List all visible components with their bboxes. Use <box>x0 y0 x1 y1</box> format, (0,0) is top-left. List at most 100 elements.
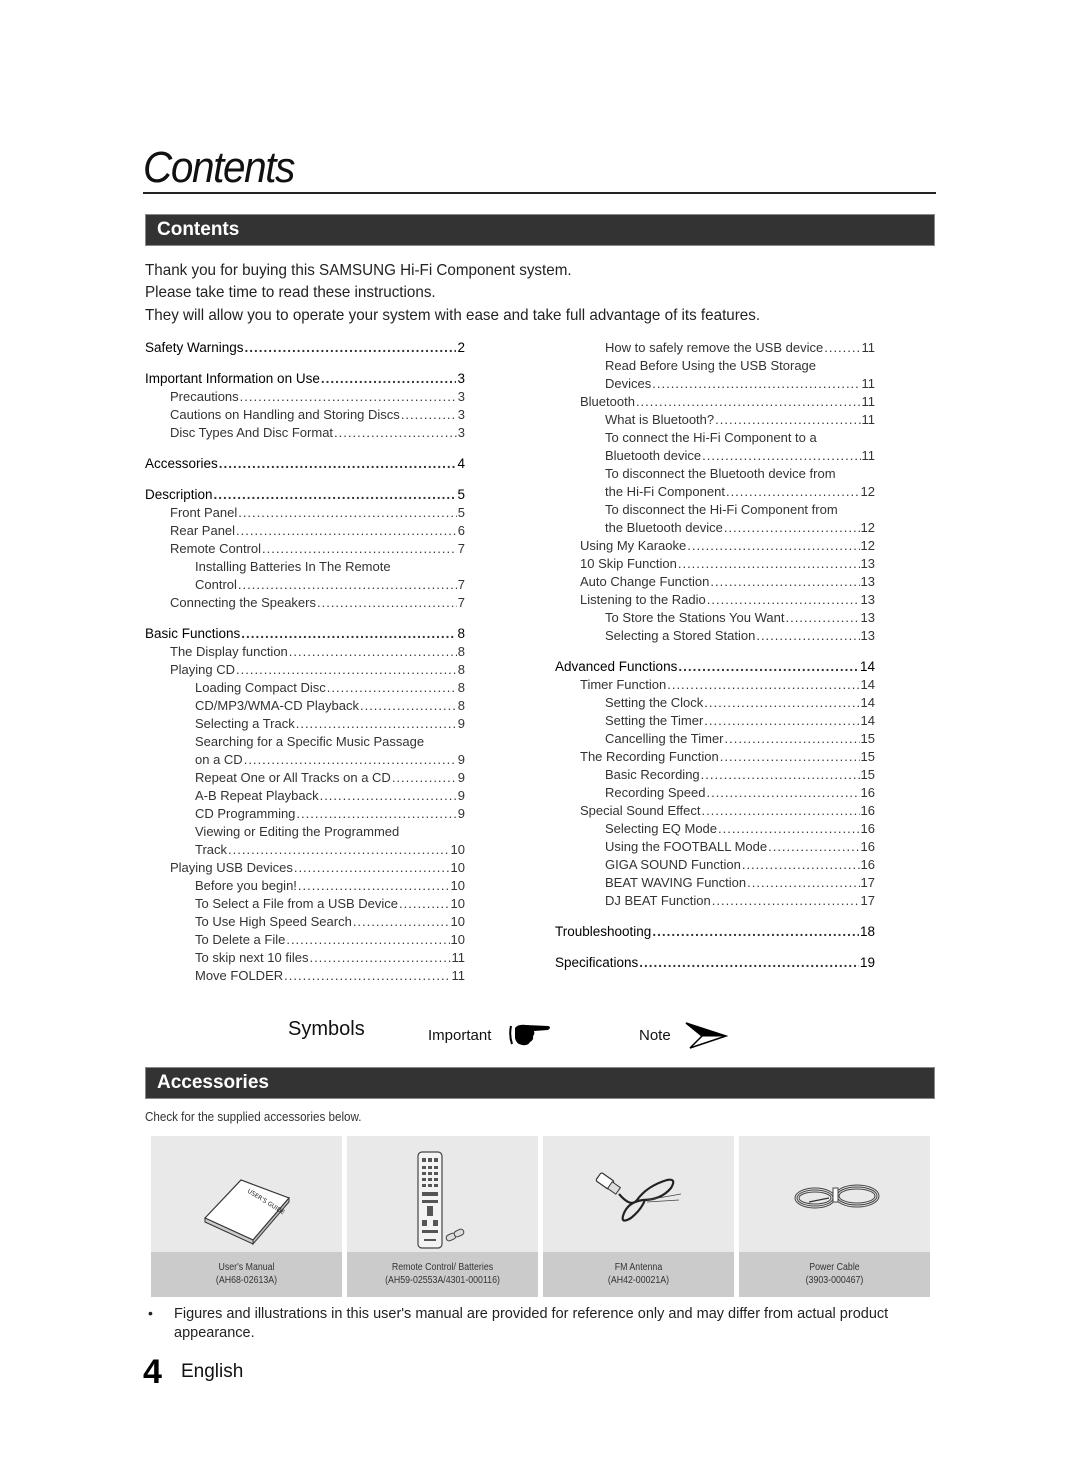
toc-entry[interactable]: Front Panel 5 <box>170 504 465 522</box>
toc-entry[interactable]: Track 10 <box>195 841 465 859</box>
toc-entry[interactable]: Setting the Clock 14 <box>605 694 875 712</box>
toc-entry[interactable]: To Store the Stations You Want 13 <box>605 609 875 627</box>
toc-entry[interactable]: GIGA SOUND Function 16 <box>605 856 875 874</box>
toc-entry-label: Bluetooth <box>580 394 635 409</box>
toc-entry-page: 13 <box>860 610 875 625</box>
toc-entry[interactable]: Loading Compact Disc 8 <box>195 679 465 697</box>
toc-entry[interactable]: Accessories 4 <box>145 455 465 473</box>
toc-entry[interactable]: Disc Types And Disc Format 3 <box>170 424 465 442</box>
toc-entry[interactable]: Connecting the Speakers 7 <box>170 594 465 612</box>
toc-entry[interactable]: CD Programming 9 <box>195 805 465 823</box>
toc-entry[interactable]: Selecting EQ Mode 16 <box>605 820 875 838</box>
toc-entry-page: 8 <box>457 680 465 695</box>
toc-entry-label: Before you begin! <box>195 878 297 893</box>
toc-entry[interactable]: To connect the Hi-Fi Component to a <box>605 429 875 447</box>
toc-entry[interactable]: the Hi-Fi Component 12 <box>605 483 875 501</box>
toc-entry[interactable]: Bluetooth 11 <box>580 393 875 411</box>
toc-entry[interactable]: Using the FOOTBALL Mode 16 <box>605 838 875 856</box>
toc-entry-label: Disc Types And Disc Format <box>170 425 334 440</box>
toc-entry[interactable]: 10 Skip Function 13 <box>580 555 875 573</box>
toc-leader-dots <box>286 931 449 949</box>
toc-entry-page: 11 <box>861 412 876 427</box>
toc-entry-label: Selecting a Track <box>195 716 295 731</box>
toc-entry[interactable]: Playing USB Devices 10 <box>170 859 465 877</box>
page-number: 4 <box>143 1353 162 1391</box>
toc-entry[interactable]: Auto Change Function 13 <box>580 573 875 591</box>
toc-entry[interactable]: The Recording Function 15 <box>580 748 875 766</box>
accessory-part-number: (3903-000467) <box>805 1275 864 1286</box>
toc-entry[interactable]: Selecting a Stored Station 13 <box>605 627 875 645</box>
accessory-caption: Power Cable (3903-000467) <box>739 1252 930 1297</box>
toc-leader-dots <box>652 375 860 393</box>
toc-leader-dots <box>327 679 457 697</box>
toc-entry[interactable]: Precautions 3 <box>170 388 465 406</box>
toc-entry[interactable]: How to safely remove the USB device 11 <box>605 339 875 357</box>
toc-entry-page: 4 <box>457 456 465 471</box>
toc-entry[interactable]: Description 5 <box>145 486 465 504</box>
toc-entry[interactable]: Read Before Using the USB Storage <box>605 357 875 375</box>
toc-entry[interactable]: Move FOLDER 11 <box>195 967 465 985</box>
toc-entry-label: Searching for a Specific Music Passage <box>195 734 425 749</box>
toc-entry-page: 11 <box>861 376 876 391</box>
toc-entry[interactable]: Basic Recording 15 <box>605 766 875 784</box>
toc-entry[interactable]: To Use High Speed Search 10 <box>195 913 465 931</box>
toc-entry[interactable]: Setting the Timer 14 <box>605 712 875 730</box>
toc-entry[interactable]: To disconnect the Bluetooth device from <box>605 465 875 483</box>
toc-entry[interactable]: To skip next 10 files 11 <box>195 949 465 967</box>
toc-entry[interactable]: To disconnect the Hi-Fi Component from <box>605 501 875 519</box>
toc-entry[interactable]: the Bluetooth device 12 <box>605 519 875 537</box>
toc-entry[interactable]: Devices 11 <box>605 375 875 393</box>
toc-entry[interactable]: Repeat One or All Tracks on a CD 9 <box>195 769 465 787</box>
toc-entry[interactable]: DJ BEAT Function 17 <box>605 892 875 910</box>
toc-leader-dots <box>240 388 457 406</box>
toc-entry[interactable]: Bluetooth device 11 <box>605 447 875 465</box>
toc-entry[interactable]: Rear Panel 6 <box>170 522 465 540</box>
toc-entry[interactable]: Special Sound Effect 16 <box>580 802 875 820</box>
toc-entry-page: 3 <box>457 389 465 404</box>
toc-entry[interactable]: Troubleshooting 18 <box>555 923 875 941</box>
toc-entry[interactable]: Remote Control 7 <box>170 540 465 558</box>
toc-entry[interactable]: Before you begin! 10 <box>195 877 465 895</box>
toc-entry[interactable]: BEAT WAVING Function 17 <box>605 874 875 892</box>
toc-entry[interactable]: Specifications 19 <box>555 954 875 972</box>
toc-entry[interactable]: Timer Function 14 <box>580 676 875 694</box>
toc-entry[interactable]: Basic Functions 8 <box>145 625 465 643</box>
toc-entry[interactable]: Using My Karaoke 12 <box>580 537 875 555</box>
toc-entry[interactable]: Recording Speed 16 <box>605 784 875 802</box>
toc-entry-label: How to safely remove the USB device <box>605 340 824 355</box>
toc-entry-label: BEAT WAVING Function <box>605 875 747 890</box>
toc-entry[interactable]: Safety Warnings 2 <box>145 339 465 357</box>
toc-entry[interactable]: Playing CD 8 <box>170 661 465 679</box>
toc-entry-page: 7 <box>457 577 465 592</box>
toc-entry[interactable]: A-B Repeat Playback 9 <box>195 787 465 805</box>
toc-entry-page: 16 <box>860 839 875 854</box>
toc-entry[interactable]: The Display function 8 <box>170 643 465 661</box>
toc-leader-dots <box>678 658 859 676</box>
toc-entry[interactable]: To Delete a File 10 <box>195 931 465 949</box>
toc-entry[interactable]: Installing Batteries In The Remote <box>195 558 465 576</box>
toc-entry[interactable]: Cancelling the Timer 15 <box>605 730 875 748</box>
toc-entry[interactable]: Listening to the Radio 13 <box>580 591 875 609</box>
toc-entry[interactable]: on a CD 9 <box>195 751 465 769</box>
toc-entry[interactable]: Viewing or Editing the Programmed <box>195 823 465 841</box>
toc-entry[interactable]: Searching for a Specific Music Passage <box>195 733 465 751</box>
toc-leader-dots <box>678 555 860 573</box>
paper-plane-arrow-icon <box>685 1022 728 1049</box>
toc-entry-label: Playing USB Devices <box>170 860 293 875</box>
toc-leader-dots <box>747 874 859 892</box>
toc-entry-page: 9 <box>457 806 465 821</box>
toc-entry-page: 10 <box>450 896 465 911</box>
toc-entry[interactable]: Control 7 <box>195 576 465 594</box>
toc-entry[interactable]: To Select a File from a USB Device 10 <box>195 895 465 913</box>
toc-entry-label: To Use High Speed Search <box>195 914 352 929</box>
toc-entry[interactable]: CD/MP3/WMA-CD Playback 8 <box>195 697 465 715</box>
toc-leader-dots <box>219 455 457 473</box>
toc-entry[interactable]: Selecting a Track 9 <box>195 715 465 733</box>
toc-entry-page: 11 <box>861 340 876 355</box>
toc-leader-dots <box>712 892 860 910</box>
toc-entry[interactable]: Important Information on Use 3 <box>145 370 465 388</box>
toc-entry[interactable]: Advanced Functions 14 <box>555 658 875 676</box>
toc-entry[interactable]: Cautions on Handling and Storing Discs 3 <box>170 406 465 424</box>
toc-entry[interactable]: What is Bluetooth? 11 <box>605 411 875 429</box>
toc-entry-label: Using the FOOTBALL Mode <box>605 839 768 854</box>
